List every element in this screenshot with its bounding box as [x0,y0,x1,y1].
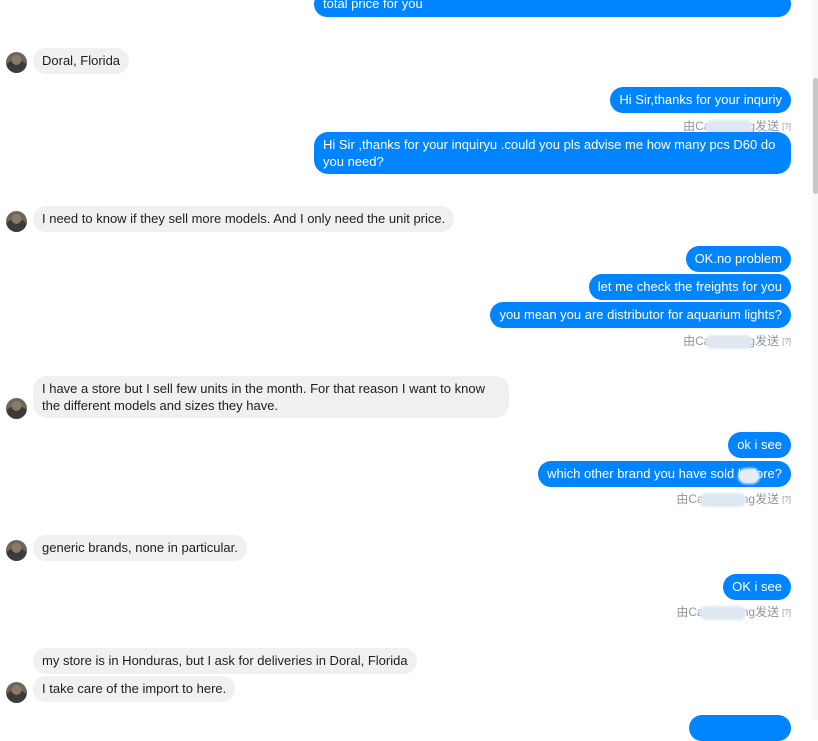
outgoing-message-partial [689,715,791,741]
sent-by-label: 由Ca ng发送 [?] [676,605,791,620]
sent-by-label: 由Ca ng发送 [?] [676,492,791,507]
outgoing-message: total price for you [314,0,791,17]
outgoing-message: Hi Sir ,thanks for your inquiryu .could … [314,132,791,174]
outgoing-message: OK i see [723,574,791,600]
outgoing-message: let me check the freights for you [588,274,791,300]
help-link[interactable]: [?] [782,337,791,346]
contact-avatar[interactable] [6,540,27,561]
incoming-message: I take care of the import to here. [33,676,236,702]
help-link[interactable]: [?] [782,122,791,131]
outgoing-message: OK.no problem [685,246,791,272]
redacted-name [706,334,753,349]
help-link[interactable]: [?] [782,608,791,617]
incoming-message: generic brands, none in particular. [33,535,247,561]
redaction-smudge [738,468,760,484]
incoming-message: Doral, Florida [33,48,130,74]
outgoing-message: ok i see [728,432,791,458]
incoming-message: I have a store but I sell few units in t… [33,376,509,418]
incoming-message: I need to know if they sell more models.… [33,206,455,232]
contact-avatar[interactable] [6,211,27,232]
contact-avatar[interactable] [6,398,27,419]
message-thread: total price for you Doral, Florida Hi Si… [0,0,812,741]
contact-avatar[interactable] [6,52,27,73]
outgoing-message: you mean you are distributor for aquariu… [490,302,791,328]
redacted-name [699,605,746,620]
outgoing-message: Hi Sir,thanks for your inquriy [610,87,791,113]
help-link[interactable]: [?] [782,495,791,504]
sent-by-label: 由Ca g发送 [?] [683,334,791,349]
contact-avatar[interactable] [6,682,27,703]
scrollbar-track[interactable] [812,0,818,720]
redacted-name [699,492,746,507]
scrollbar-thumb[interactable] [813,78,818,194]
incoming-message: my store is in Honduras, but I ask for d… [33,648,417,674]
